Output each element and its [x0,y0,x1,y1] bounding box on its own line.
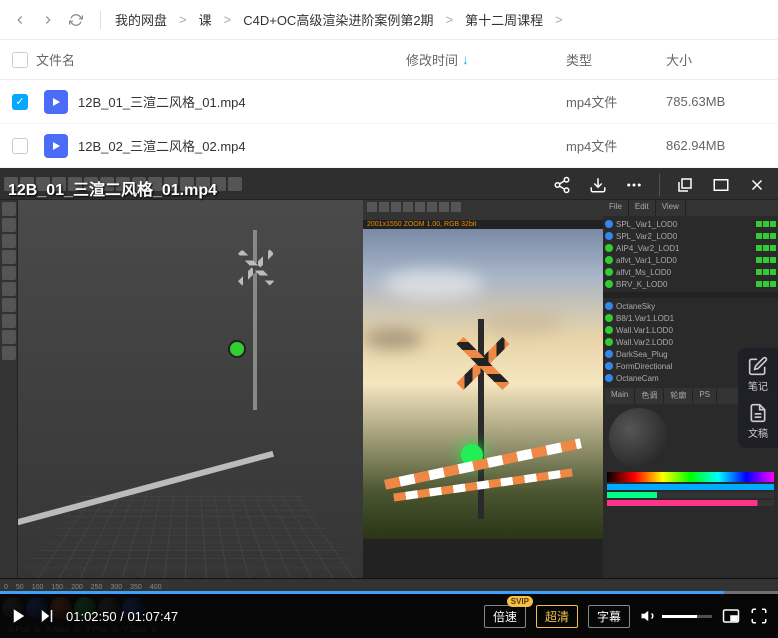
more-button[interactable] [623,174,645,196]
select-all-checkbox[interactable] [12,52,28,68]
material-preview [609,408,669,468]
fullscreen-button[interactable] [750,607,768,625]
window-button-1[interactable] [674,174,696,196]
notes-button[interactable]: 笔记 [742,356,774,393]
transcript-button[interactable]: 文稿 [742,403,774,440]
render-info: 2001x1550 ZOOM 1.00, RGB 32bit [363,220,603,229]
close-button[interactable] [746,174,768,196]
file-checkbox[interactable] [12,138,28,154]
object-list: SPL_Var1_LOD0 SPL_Var2_LOD0 AIP4_Var2_LO… [603,216,778,292]
breadcrumb: 我的网盘> 课> C4D+OC高级渲染进阶案例第2期> 第十二周课程> [109,10,569,29]
play-button[interactable] [10,607,28,625]
pip-button[interactable] [722,607,740,625]
video-file-icon [44,134,68,158]
nav-forward-button[interactable] [36,8,60,32]
breadcrumb-item[interactable]: 我的网盘 [115,10,167,29]
c4d-viewport [18,200,363,578]
share-button[interactable] [551,174,573,196]
file-size: 785.63MB [666,94,766,109]
sort-arrow-icon: ↓ [462,52,469,67]
progress-bar[interactable] [0,591,778,594]
c4d-left-toolbar [0,200,18,578]
time-display: 01:02:50 / 01:07:47 [66,609,178,624]
file-type: mp4文件 [566,92,666,111]
volume-control[interactable] [640,607,712,625]
file-row[interactable]: 12B_02_三渲二风格_02.mp4 mp4文件 862.94MB [0,124,778,168]
subtitle-button[interactable]: 字幕 [588,605,630,628]
divider [100,11,101,29]
volume-icon [640,607,658,625]
breadcrumb-item[interactable]: C4D+OC高级渲染进阶案例第2期 [243,10,433,29]
breadcrumb-item[interactable]: 第十二周课程 [465,10,543,29]
file-type: mp4文件 [566,136,666,155]
file-checkbox[interactable]: ✓ [12,94,28,110]
nav-bar: 我的网盘> 课> C4D+OC高级渲染进阶案例第2期> 第十二周课程> [0,0,778,40]
download-button[interactable] [587,174,609,196]
c4d-live-viewer: 2001x1550 ZOOM 1.00, RGB 32bit [363,200,603,578]
column-time[interactable]: 修改时间↓ [406,50,566,69]
column-type[interactable]: 类型 [566,50,666,69]
quality-button[interactable]: 超清 [536,605,578,628]
file-name[interactable]: 12B_01_三渲二风格_01.mp4 [78,92,406,111]
svip-badge: SVIP [507,596,533,607]
column-name[interactable]: 文件名 [36,50,406,69]
video-content-c4d: 2001x1550 ZOOM 1.00, RGB 32bit FileEditV… [0,168,778,638]
file-name[interactable]: 12B_02_三渲二风格_02.mp4 [78,136,406,155]
window-button-2[interactable] [710,174,732,196]
refresh-button[interactable] [64,8,88,32]
video-player: 12B_01_三渲二风格_01.mp4 [0,168,778,638]
column-size[interactable]: 大小 [666,50,766,69]
video-title: 12B_01_三渲二风格_01.mp4 [8,176,217,200]
video-top-actions [551,174,768,196]
video-file-icon [44,90,68,114]
file-size: 862.94MB [666,138,766,153]
nav-back-button[interactable] [8,8,32,32]
file-row[interactable]: ✓ 12B_01_三渲二风格_01.mp4 mp4文件 785.63MB [0,80,778,124]
speed-button[interactable]: SVIP 倍速 [484,605,526,628]
breadcrumb-item[interactable]: 课 [199,10,212,29]
next-button[interactable] [38,607,56,625]
file-list-header: 文件名 修改时间↓ 类型 大小 [0,40,778,80]
side-tools: 笔记 文稿 [738,348,778,448]
player-controls: 01:02:50 / 01:07:47 SVIP 倍速 超清 字幕 [0,594,778,638]
